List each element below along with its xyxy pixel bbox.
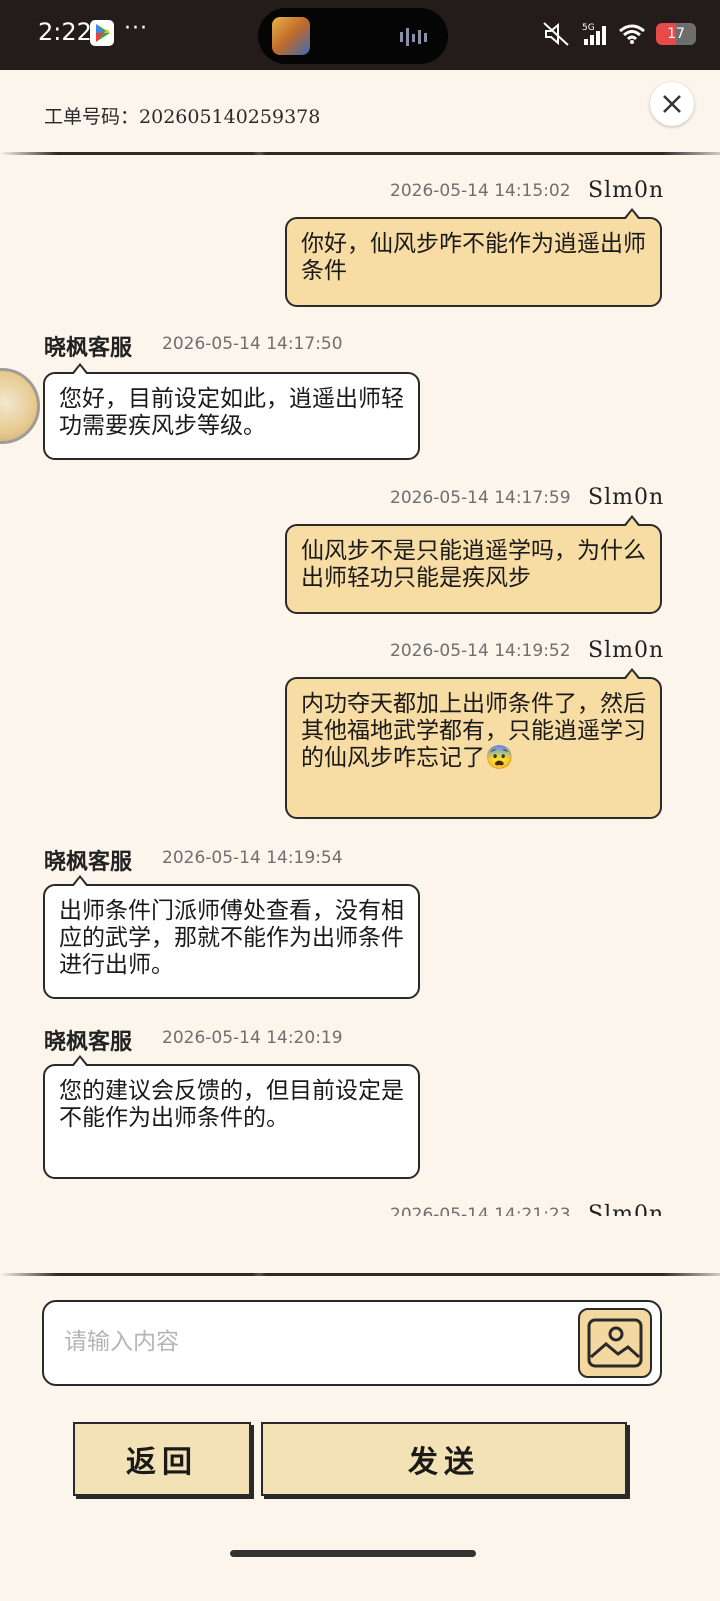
- message-time: 2026-05-14 14:19:52: [390, 641, 571, 661]
- image-upload-button[interactable]: [578, 1308, 652, 1378]
- message-bubble: 您的建议会反馈的，但目前设定是不能作为出师条件的。: [43, 1055, 420, 1179]
- message-sender: 晓枫客服: [44, 335, 133, 361]
- message-sender: 晓枫客服: [44, 849, 133, 875]
- message-bubble: 您好，目前设定如此，逍遥出师轻功需要疾风步等级。: [43, 363, 420, 460]
- message-input-box: [42, 1300, 662, 1386]
- svg-text:5G: 5G: [582, 23, 595, 33]
- top-divider: [0, 152, 720, 155]
- send-button[interactable]: 发送: [261, 1422, 627, 1496]
- message-bubble: 出师条件门派师傅处查看，没有相应的武学，那就不能作为出师条件进行出师。: [43, 875, 420, 999]
- audio-wave-icon: [400, 28, 427, 46]
- close-icon: [663, 95, 681, 113]
- message-sender: Slm0n: [588, 638, 665, 663]
- agent-avatar[interactable]: [0, 368, 40, 444]
- chat-list[interactable]: 2026-05-14 14:15:02 Slm0n 你好，仙风步咋不能作为逍遥出…: [0, 160, 720, 1216]
- message-time: 2026-05-14 14:21:23: [390, 1205, 571, 1216]
- message-text: 出师条件门派师傅处查看，没有相应的武学，那就不能作为出师条件进行出师。: [59, 898, 404, 978]
- media-thumbnail: [272, 17, 310, 55]
- back-button[interactable]: 返回: [73, 1422, 251, 1496]
- message-text: 您的建议会反馈的，但目前设定是不能作为出师条件的。: [59, 1078, 404, 1131]
- message-sender: Slm0n: [588, 485, 665, 510]
- ticket-number-row: 工单号码：202605140259378: [44, 102, 320, 129]
- message-time: 2026-05-14 14:17:59: [390, 488, 571, 508]
- message-text: 您好，目前设定如此，逍遥出师轻功需要疾风步等级。: [59, 386, 404, 439]
- message-text: 内功夺天都加上出师条件了，然后其他福地武学都有，只能逍遥学习的仙风步咋忘记了😨: [301, 691, 646, 771]
- message-bubble: 内功夺天都加上出师条件了，然后其他福地武学都有，只能逍遥学习的仙风步咋忘记了😨: [285, 668, 662, 819]
- mute-icon: [543, 22, 569, 46]
- message-sender: 晓枫客服: [44, 1029, 133, 1055]
- message-input[interactable]: [64, 1314, 564, 1370]
- bottom-divider: [0, 1273, 720, 1276]
- status-time: 2:22: [38, 18, 92, 46]
- message-bubble: 仙风步不是只能逍遥学吗，为什么出师轻功只能是疾风步: [285, 515, 662, 614]
- more-notifications-icon: ···: [124, 16, 148, 41]
- battery-indicator: 17: [656, 23, 696, 45]
- image-icon: [587, 1318, 643, 1368]
- ticket-number: 202605140259378: [139, 106, 321, 128]
- message-bubble: 你好，仙风步咋不能作为逍遥出师条件: [285, 208, 662, 307]
- message-time: 2026-05-14 14:17:50: [162, 334, 343, 354]
- message-time: 2026-05-14 14:15:02: [390, 181, 571, 201]
- message-sender: Slm0n: [588, 178, 665, 203]
- home-indicator[interactable]: [230, 1550, 476, 1557]
- ticket-label: 工单号码：: [44, 106, 140, 128]
- status-icons: 5G 17: [542, 16, 696, 52]
- message-text: 仙风步不是只能逍遥学吗，为什么出师轻功只能是疾风步: [301, 538, 646, 591]
- status-bar: 2:22 ··· 5G 17: [0, 0, 720, 70]
- dynamic-island[interactable]: [258, 8, 448, 64]
- wifi-icon: [619, 24, 645, 44]
- message-time: 2026-05-14 14:19:54: [162, 848, 343, 868]
- signal-5g-icon: 5G: [582, 23, 606, 45]
- play-store-icon: [90, 20, 114, 46]
- message-time: 2026-05-14 14:20:19: [162, 1028, 343, 1048]
- battery-level: 17: [667, 26, 685, 42]
- message-text: 你好，仙风步咋不能作为逍遥出师条件: [301, 231, 646, 284]
- message-sender: Slm0n: [588, 1202, 665, 1216]
- close-button[interactable]: [650, 82, 694, 126]
